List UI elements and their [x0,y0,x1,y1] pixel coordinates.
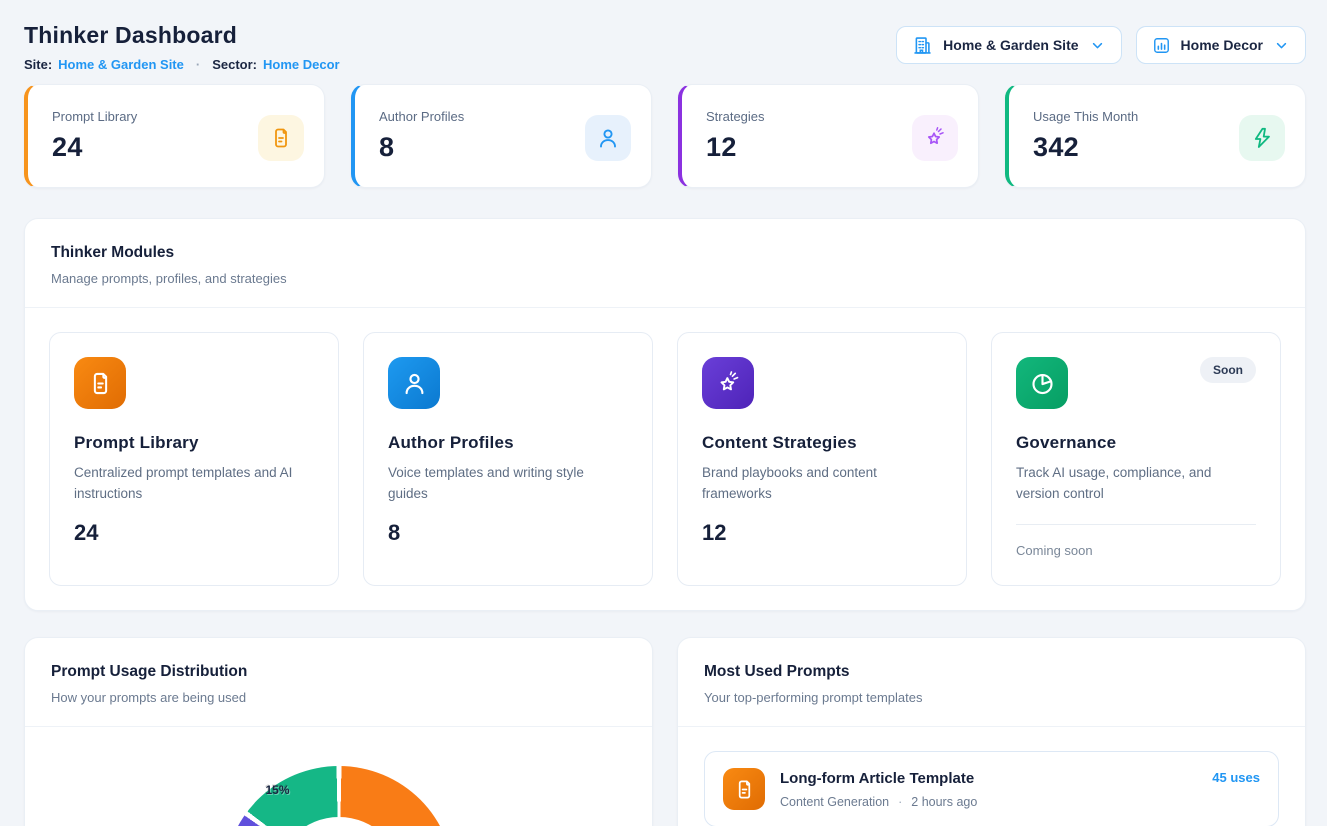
module-count: 8 [388,520,628,546]
prompt-title: Long-form Article Template [780,770,977,787]
stat-label: Author Profiles [379,109,464,124]
header-titles: Thinker Dashboard Site: Home & Garden Si… [24,22,340,72]
site-selector-dropdown[interactable]: Home & Garden Site [896,26,1121,64]
sector-selector-label: Home Decor [1181,37,1263,53]
soon-badge: Soon [1200,357,1256,383]
usage-panel-title: Prompt Usage Distribution [51,663,626,681]
module-card-content-strategies[interactable]: Content Strategies Brand playbooks and c… [677,332,967,586]
donut-chart-area: 15% [25,766,652,826]
separator-dot: · [190,57,206,72]
module-count: 24 [74,520,314,546]
prompt-usage-panel: Prompt Usage Distribution How your promp… [24,637,653,826]
usage-panel-subtitle: How your prompts are being used [51,690,626,705]
stat-label: Usage This Month [1033,109,1138,124]
module-count: 12 [702,520,942,546]
prompt-meta: Content Generation · 2 hours ago [780,795,977,809]
person-icon [388,357,440,409]
stat-label: Prompt Library [52,109,137,124]
stat-value: 24 [52,132,137,163]
document-icon [258,115,304,161]
separator-dot: · [898,795,902,809]
prompts-panel-subtitle: Your top-performing prompt templates [704,690,1279,705]
prompts-panel-header: Most Used Prompts Your top-performing pr… [678,638,1305,727]
person-icon [585,115,631,161]
site-selector-label: Home & Garden Site [943,37,1078,53]
most-used-prompts-panel: Most Used Prompts Your top-performing pr… [677,637,1306,826]
bottom-row: Prompt Usage Distribution How your promp… [24,637,1306,826]
stat-card-author-profiles: Author Profiles 8 [351,84,652,188]
page-title: Thinker Dashboard [24,22,340,49]
prompt-uses-count: 45 uses [1212,770,1260,785]
modules-grid: Prompt Library Centralized prompt templa… [25,308,1305,610]
sector-selector-dropdown[interactable]: Home Decor [1136,26,1306,64]
prompts-panel-title: Most Used Prompts [704,663,1279,681]
sparkle-star-icon [702,357,754,409]
module-title: Content Strategies [702,433,942,453]
module-description: Voice templates and writing style guides [388,463,618,504]
prompt-list: Long-form Article Template Content Gener… [678,727,1305,826]
stat-card-usage: Usage This Month 342 [1005,84,1306,188]
document-icon [723,768,765,810]
prompt-time: 2 hours ago [911,795,977,809]
lightning-icon [1239,115,1285,161]
module-card-prompt-library[interactable]: Prompt Library Centralized prompt templa… [49,332,339,586]
chevron-down-icon [1273,37,1290,54]
stats-row: Prompt Library 24 Author Profiles 8 Stra… [24,84,1306,188]
dashboard-page: Thinker Dashboard Site: Home & Garden Si… [0,0,1327,826]
stat-card-strategies: Strategies 12 [678,84,979,188]
sector-link[interactable]: Home Decor [263,57,340,72]
stat-label: Strategies [706,109,765,124]
stat-value: 342 [1033,132,1138,163]
module-title: Prompt Library [74,433,314,453]
usage-panel-header: Prompt Usage Distribution How your promp… [25,638,652,727]
thinker-modules-section: Thinker Modules Manage prompts, profiles… [24,218,1306,611]
module-title: Governance [1016,433,1256,453]
chevron-down-icon [1089,37,1106,54]
sparkle-star-icon [912,115,958,161]
modules-header: Thinker Modules Manage prompts, profiles… [25,219,1305,308]
topbar-actions: Home & Garden Site Home Decor [896,26,1306,64]
module-card-author-profiles[interactable]: Author Profiles Voice templates and writ… [363,332,653,586]
donut-chart: 15% [224,766,454,826]
document-icon [74,357,126,409]
sector-label: Sector: [212,57,257,72]
building-icon [912,35,933,56]
modules-subtitle: Manage prompts, profiles, and strategies [51,271,1279,286]
module-description: Track AI usage, compliance, and version … [1016,463,1246,504]
stat-card-prompt-library: Prompt Library 24 [24,84,325,188]
stat-value: 12 [706,132,765,163]
topbar: Thinker Dashboard Site: Home & Garden Si… [24,22,1306,72]
prompt-category: Content Generation [780,795,889,809]
module-title: Author Profiles [388,433,628,453]
bar-chart-icon [1152,36,1171,55]
donut-slice-label: 15% [266,783,290,797]
modules-title: Thinker Modules [51,244,1279,262]
pie-chart-icon [1016,357,1068,409]
breadcrumb: Site: Home & Garden Site · Sector: Home … [24,57,340,72]
module-description: Centralized prompt templates and AI inst… [74,463,304,504]
module-card-governance[interactable]: Soon Governance Track AI usage, complian… [991,332,1281,586]
module-divider [1016,524,1256,525]
site-link[interactable]: Home & Garden Site [58,57,184,72]
coming-soon-text: Coming soon [1016,543,1256,558]
module-description: Brand playbooks and content frameworks [702,463,932,504]
stat-value: 8 [379,132,464,163]
site-label: Site: [24,57,52,72]
prompt-list-item[interactable]: Long-form Article Template Content Gener… [704,751,1279,826]
